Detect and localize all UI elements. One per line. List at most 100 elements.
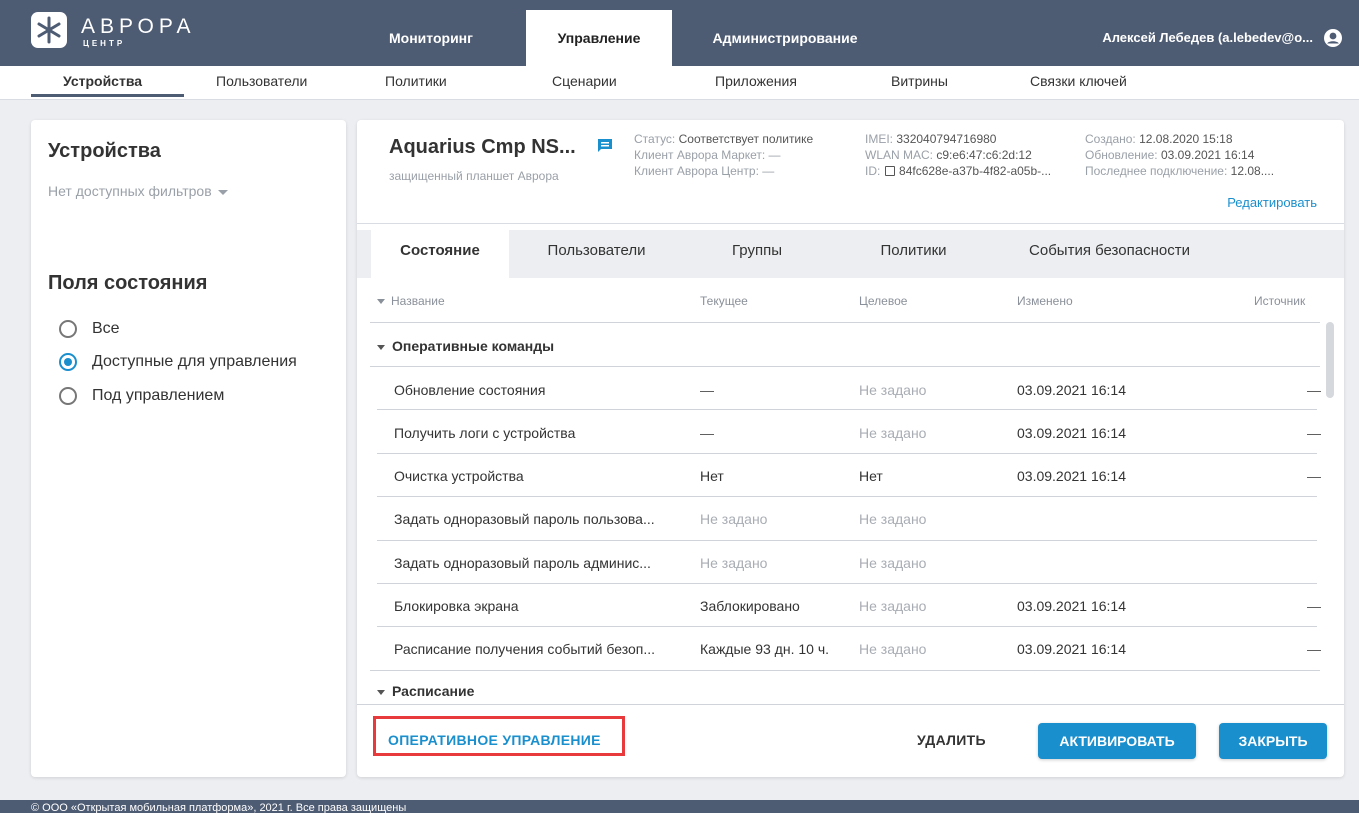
tab-policies[interactable]: Политики bbox=[830, 230, 997, 278]
operational-control-button[interactable]: ОПЕРАТИВНОЕ УПРАВЛЕНИЕ bbox=[388, 732, 601, 748]
tab-users[interactable]: Пользователи bbox=[509, 230, 684, 278]
row-current: Заблокировано bbox=[700, 598, 800, 614]
row-changed: 03.09.2021 16:14 bbox=[1017, 641, 1126, 657]
row-name: Задать одноразовый пароль пользова... bbox=[394, 511, 655, 527]
subnav-users[interactable]: Пользователи bbox=[216, 73, 307, 89]
row-target: Не задано bbox=[859, 555, 927, 571]
info-label: ID: bbox=[865, 164, 881, 178]
top-tab-management[interactable]: Управление bbox=[526, 10, 672, 66]
row-changed: 03.09.2021 16:14 bbox=[1017, 382, 1126, 398]
column-header-target[interactable]: Целевое bbox=[859, 294, 907, 308]
column-header-name[interactable]: Название bbox=[377, 294, 445, 308]
app-logo[interactable]: АВРОРА ЦЕНТР bbox=[31, 12, 201, 52]
caret-down-icon bbox=[217, 189, 228, 195]
subnav-keychains[interactable]: Связки ключей bbox=[1030, 73, 1127, 89]
subnav-policies[interactable]: Политики bbox=[385, 73, 447, 89]
row-current: — bbox=[700, 425, 714, 441]
radio-option-all[interactable]: Все bbox=[59, 318, 120, 340]
row-name: Очистка устройства bbox=[394, 468, 524, 484]
radio-unchecked-icon[interactable] bbox=[59, 320, 77, 338]
table-divider bbox=[370, 670, 1320, 671]
tab-groups[interactable]: Группы bbox=[684, 230, 830, 278]
footer-copyright: © ООО «Открытая мобильная платформа», 20… bbox=[0, 800, 1359, 813]
logo-subtext: ЦЕНТР bbox=[83, 39, 126, 48]
row-changed: 03.09.2021 16:14 bbox=[1017, 425, 1126, 441]
row-current: Не задано bbox=[700, 555, 768, 571]
info-label: Обновление: bbox=[1085, 148, 1158, 162]
market-client-value: — bbox=[768, 148, 781, 162]
info-label: Последнее подключение: bbox=[1085, 164, 1228, 178]
row-current: Не задано bbox=[700, 511, 768, 527]
info-label: Статус: bbox=[634, 132, 676, 146]
table-divider bbox=[377, 626, 1317, 627]
info-label: Клиент Аврора Маркет: bbox=[634, 148, 766, 162]
subnav-scenarios[interactable]: Сценарии bbox=[552, 73, 617, 89]
group-header-schedule[interactable]: Расписание bbox=[377, 683, 474, 699]
tab-security-events[interactable]: События безопасности bbox=[997, 230, 1222, 278]
radio-checked-icon[interactable] bbox=[59, 353, 77, 371]
top-tab-monitoring[interactable]: Мониторинг bbox=[356, 10, 506, 66]
id-value: 84fc628e-a37b-4f82-a05b-... bbox=[899, 164, 1052, 178]
row-target: Нет bbox=[859, 468, 883, 484]
filter-panel: Устройства Нет доступных фильтров Поля с… bbox=[31, 120, 346, 777]
user-name[interactable]: Алексей Лебедев (a.lebedev@o... bbox=[1102, 30, 1313, 45]
delete-button[interactable]: УДАЛИТЬ bbox=[917, 732, 986, 748]
status-value: Соответствует политике bbox=[678, 132, 814, 146]
activate-button[interactable]: АКТИВИРОВАТЬ bbox=[1038, 723, 1196, 759]
device-name: Aquarius Cmp NS... bbox=[389, 136, 576, 158]
column-header-changed[interactable]: Изменено bbox=[1017, 294, 1073, 308]
row-target: Не задано bbox=[859, 641, 927, 657]
table-divider bbox=[377, 409, 1317, 410]
subnav-applications[interactable]: Приложения bbox=[715, 73, 797, 89]
user-account-icon[interactable] bbox=[1323, 28, 1343, 48]
radio-option-manageable[interactable]: Доступные для управления bbox=[59, 351, 297, 373]
last-connection-value: 12.08.... bbox=[1230, 164, 1275, 178]
copy-icon[interactable] bbox=[884, 166, 895, 176]
top-tab-administration[interactable]: Администрирование bbox=[690, 10, 880, 66]
radio-unchecked-icon[interactable] bbox=[59, 387, 77, 405]
radio-label: Доступные для управления bbox=[92, 353, 297, 370]
subnav-showcases[interactable]: Витрины bbox=[891, 73, 948, 89]
row-name: Расписание получения событий безоп... bbox=[394, 641, 656, 657]
row-source: — bbox=[1307, 425, 1321, 441]
row-source: — bbox=[1307, 598, 1321, 614]
close-button[interactable]: ЗАКРЫТЬ bbox=[1219, 723, 1327, 759]
filter-dropdown[interactable]: Нет доступных фильтров bbox=[48, 183, 228, 199]
table-scrollbar[interactable] bbox=[1326, 322, 1334, 398]
mac-value: c9:e6:47:c6:2d:12 bbox=[936, 148, 1032, 162]
subnav-devices[interactable]: Устройства bbox=[63, 73, 142, 89]
table-divider bbox=[377, 540, 1317, 541]
group-header-commands[interactable]: Оперативные команды bbox=[377, 338, 554, 354]
row-source: — bbox=[1307, 382, 1321, 398]
aurora-logo-icon bbox=[31, 12, 67, 48]
tab-state[interactable]: Состояние bbox=[371, 230, 509, 278]
table-divider bbox=[377, 583, 1317, 584]
row-source: — bbox=[1307, 641, 1321, 657]
row-current: — bbox=[700, 382, 714, 398]
device-ids-info: IMEI: 332040794716980 WLAN MAC: c9:e6:47… bbox=[865, 131, 1051, 179]
top-bar: АВРОРА ЦЕНТР Мониторинг Управление Админ… bbox=[0, 0, 1359, 66]
column-header-current[interactable]: Текущее bbox=[700, 294, 748, 308]
row-changed: 03.09.2021 16:14 bbox=[1017, 598, 1126, 614]
column-header-source[interactable]: Источник bbox=[1254, 294, 1305, 308]
edit-link[interactable]: Редактировать bbox=[1227, 195, 1317, 210]
info-label: WLAN MAC: bbox=[865, 148, 934, 162]
row-target: Не задано bbox=[859, 382, 927, 398]
info-label: IMEI: bbox=[865, 132, 894, 146]
created-value: 12.08.2020 15:18 bbox=[1139, 132, 1233, 146]
imei-value: 332040794716980 bbox=[896, 132, 997, 146]
updated-value: 03.09.2021 16:14 bbox=[1160, 148, 1255, 162]
device-type: защищенный планшет Аврора bbox=[389, 169, 559, 183]
table-divider bbox=[357, 704, 1344, 705]
center-client-value: — bbox=[762, 164, 775, 178]
row-name: Получить логи с устройства bbox=[394, 425, 576, 441]
radio-option-managed[interactable]: Под управлением bbox=[59, 385, 224, 407]
row-name: Блокировка экрана bbox=[394, 598, 519, 614]
row-target: Не задано bbox=[859, 598, 927, 614]
message-icon[interactable] bbox=[597, 138, 613, 154]
row-target: Не задано bbox=[859, 425, 927, 441]
row-source: — bbox=[1307, 468, 1321, 484]
filter-label: Нет доступных фильтров bbox=[48, 183, 212, 199]
info-label: Создано: bbox=[1085, 132, 1136, 146]
table-divider bbox=[377, 496, 1317, 497]
